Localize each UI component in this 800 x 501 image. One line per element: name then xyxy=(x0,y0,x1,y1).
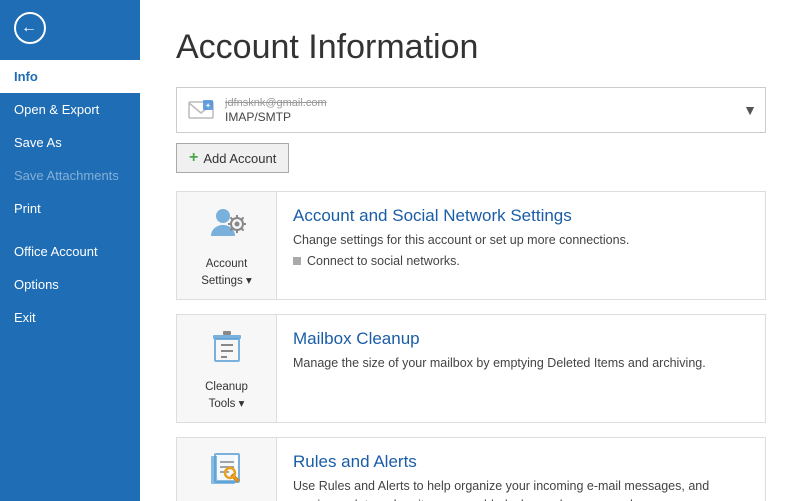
sections-container: AccountSettings ▾ Account and Social Net… xyxy=(176,191,764,501)
sidebar: ← InfoOpen & ExportSave AsSave Attachmen… xyxy=(0,0,140,501)
account-dropdown[interactable]: ✦ jdfnsknk@gmail.com IMAP/SMTP ▼ xyxy=(176,87,766,133)
back-button[interactable]: ← xyxy=(0,0,140,56)
section-content-account-settings: Account and Social Network Settings Chan… xyxy=(277,192,765,282)
sidebar-item-print[interactable]: Print xyxy=(0,192,140,225)
dropdown-arrow-icon[interactable]: ▼ xyxy=(743,102,757,118)
back-circle[interactable]: ← xyxy=(14,12,46,44)
account-info: jdfnsknk@gmail.com IMAP/SMTP xyxy=(225,96,735,124)
section-content-cleanup-tools: Mailbox Cleanup Manage the size of your … xyxy=(277,315,765,387)
sidebar-divider xyxy=(0,225,140,235)
section-desc-manage-rules: Use Rules and Alerts to help organize yo… xyxy=(293,477,749,501)
section-icon-img-cleanup-tools xyxy=(205,325,249,374)
account-icon: ✦ xyxy=(185,94,217,126)
section-title-manage-rules[interactable]: Rules and Alerts xyxy=(293,452,749,472)
section-card-cleanup-tools: CleanupTools ▾ Mailbox Cleanup Manage th… xyxy=(176,314,766,423)
sidebar-item-info[interactable]: Info xyxy=(0,60,140,93)
section-sub-text-account-settings: Connect to social networks. xyxy=(307,254,460,268)
sidebar-item-exit[interactable]: Exit xyxy=(0,301,140,334)
section-card-account-settings: AccountSettings ▾ Account and Social Net… xyxy=(176,191,766,300)
sidebar-item-office-account[interactable]: Office Account xyxy=(0,235,140,268)
svg-text:✦: ✦ xyxy=(205,102,211,110)
sidebar-item-save-as[interactable]: Save As xyxy=(0,126,140,159)
section-title-cleanup-tools[interactable]: Mailbox Cleanup xyxy=(293,329,749,349)
account-email: jdfnsknk@gmail.com xyxy=(225,96,735,110)
account-type: IMAP/SMTP xyxy=(225,110,735,124)
main-content: Account Information ✦ jdfnsknk@gmail.com… xyxy=(140,0,800,501)
section-card-manage-rules: Manage Rules& Alerts Rules and Alerts Us… xyxy=(176,437,766,501)
section-icon-cleanup-tools[interactable]: CleanupTools ▾ xyxy=(177,315,277,422)
section-icon-img-manage-rules xyxy=(205,448,249,497)
section-content-manage-rules: Rules and Alerts Use Rules and Alerts to… xyxy=(277,438,765,501)
page-title: Account Information xyxy=(176,28,764,67)
section-desc-account-settings: Change settings for this account or set … xyxy=(293,231,749,250)
sidebar-item-open-export[interactable]: Open & Export xyxy=(0,93,140,126)
section-icon-img-account-settings xyxy=(205,202,249,251)
back-arrow-icon: ← xyxy=(21,20,37,36)
email-icon: ✦ xyxy=(187,96,215,124)
section-icon-label-cleanup-tools: CleanupTools ▾ xyxy=(205,380,248,412)
sidebar-nav: InfoOpen & ExportSave AsSave Attachments… xyxy=(0,56,140,334)
section-icon-account-settings[interactable]: AccountSettings ▾ xyxy=(177,192,277,299)
section-desc-cleanup-tools: Manage the size of your mailbox by empty… xyxy=(293,354,749,373)
section-icon-manage-rules[interactable]: Manage Rules& Alerts xyxy=(177,438,277,501)
sidebar-item-options[interactable]: Options xyxy=(0,268,140,301)
section-title-account-settings[interactable]: Account and Social Network Settings xyxy=(293,206,749,226)
section-sub-account-settings: Connect to social networks. xyxy=(293,254,749,268)
add-account-button[interactable]: + Add Account xyxy=(176,143,289,173)
section-icon-label-account-settings: AccountSettings ▾ xyxy=(201,257,252,289)
sidebar-item-save-attachments: Save Attachments xyxy=(0,159,140,192)
add-account-label: Add Account xyxy=(203,151,276,166)
plus-icon: + xyxy=(189,149,198,167)
bullet-icon xyxy=(293,257,301,265)
